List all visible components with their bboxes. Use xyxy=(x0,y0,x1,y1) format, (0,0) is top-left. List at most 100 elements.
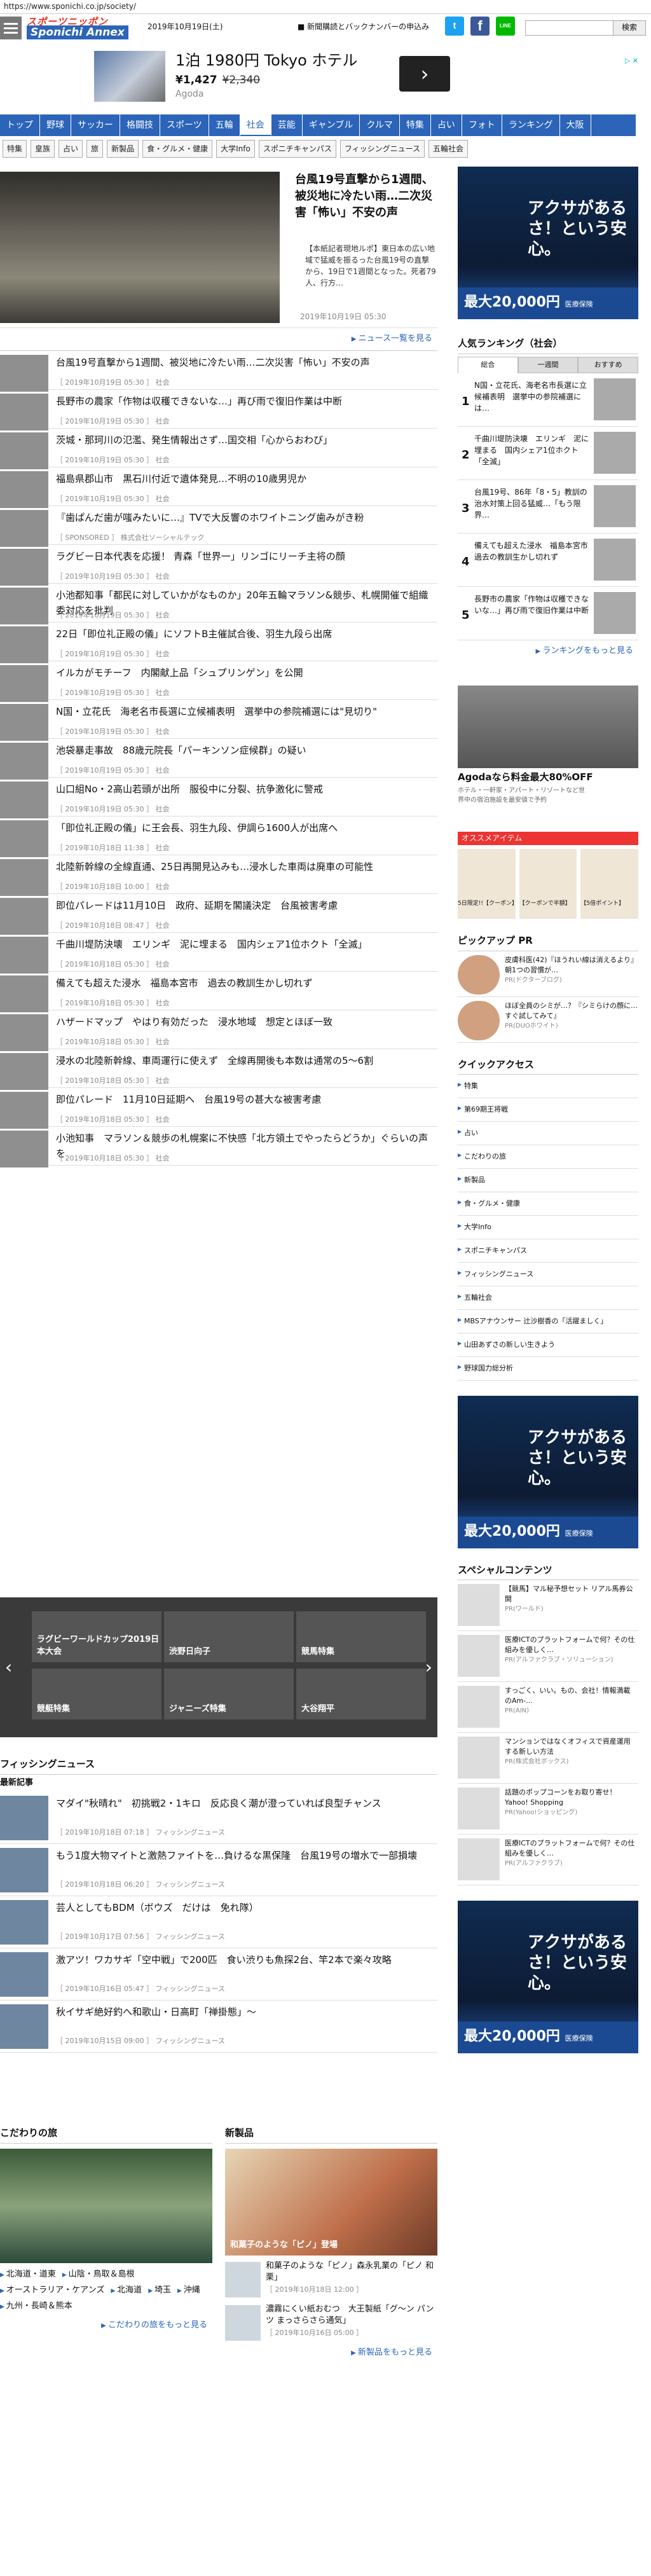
slider-card[interactable]: 競馬特集 xyxy=(296,1611,426,1662)
chevron-right-icon[interactable]: › xyxy=(399,56,450,92)
ranking-tab[interactable]: 一週間 xyxy=(517,356,579,373)
news-thumbnail[interactable] xyxy=(0,393,48,430)
quick-access-item[interactable]: 新製品 xyxy=(458,1169,638,1193)
quick-access-item[interactable]: 第69期王将戦 xyxy=(458,1098,638,1122)
top-ad[interactable]: 1泊 1980円 Tokyo ホテル ¥1,427 ¥2,340 Agoda › … xyxy=(0,47,651,117)
travel-link[interactable]: 埼玉 xyxy=(148,2283,171,2299)
lead-title[interactable]: 台風19号直撃から1週間、被災地に冷たい雨…二次災害「怖い」不安の声 xyxy=(295,172,435,221)
subnav-item[interactable]: 大学Info xyxy=(216,140,255,158)
nav-item[interactable]: 五輪 xyxy=(209,114,240,136)
nav-item[interactable]: 特集 xyxy=(400,114,431,136)
menu-icon[interactable] xyxy=(0,17,22,39)
fishing-title[interactable]: マダイ"秋晴れ" 初挑戦2・1キロ 反応良く潮が澄っていれば良型チャンス xyxy=(56,1796,435,1811)
quick-access-item[interactable]: 野球国力総分析 xyxy=(458,1357,638,1381)
nav-item[interactable]: サッカー xyxy=(71,114,120,136)
special-title[interactable]: 【競馬】マル秘予想セット リアル馬券公開 PR(ワールド) xyxy=(505,1584,637,1615)
news-item[interactable]: 長野市の農家「作物は収穫できないな…」再び雨で復旧作業は中断 ［ 2019年10月… xyxy=(0,390,437,430)
agoda-ad[interactable]: Agodaなら料金最大80%OFF ホテル・一軒家・アパート・リゾートなど世界中… xyxy=(458,685,638,819)
ranking-item[interactable]: 4 備えても超えた浸水 福島本宮市 過去の教訓生かし切れず xyxy=(458,534,638,587)
news-item[interactable]: 小池都知事「都民に対していかがなものか」20年五輪マラソン&競歩、札幌開催で組織… xyxy=(0,584,437,624)
news-title[interactable]: 即位パレード 11月10日延期へ 台風19号の甚大な被害考慮 xyxy=(56,1092,435,1107)
travel-link[interactable]: 九州・長崎＆熊本 xyxy=(0,2299,72,2315)
news-thumbnail[interactable] xyxy=(0,936,48,974)
slider-card[interactable]: ジャニーズ特集 xyxy=(164,1669,294,1719)
chevron-right-icon[interactable]: › xyxy=(425,1655,432,1681)
ad-choices-icon[interactable]: ▷ ✕ xyxy=(625,56,638,66)
travel-image[interactable] xyxy=(0,2148,212,2263)
travel-link[interactable]: 北海道・道東 xyxy=(0,2267,56,2283)
nav-item[interactable]: スポーツ xyxy=(160,114,209,136)
ranking-title[interactable]: 長野市の農家「作物は収穫できないな…」再び雨で復旧作業は中断 xyxy=(474,593,590,616)
news-title[interactable]: 福島県郡山市 黒石川付近で遺体発見…不明の10歳男児か xyxy=(56,471,435,486)
travel-link[interactable]: オーストラリア・ケアンズ xyxy=(0,2283,105,2299)
quick-access-item[interactable]: こだわりの旅 xyxy=(458,1145,638,1169)
news-title[interactable]: 即位パレードは11月10日 政府、延期を閣議決定 台風被害考慮 xyxy=(56,898,435,913)
news-item[interactable]: 北陸新幹線の全線直通、25日再開見込みも…浸水した車両は廃車の可能性 ［ 2019… xyxy=(0,855,437,896)
fishing-title[interactable]: 芸人としてもBDM（ボウズ だけは 免れ隊） xyxy=(56,1900,435,1915)
fishing-thumbnail[interactable] xyxy=(0,1795,48,1840)
search-button[interactable]: 検索 xyxy=(613,20,646,36)
slider-card[interactable]: 大谷翔平 xyxy=(296,1669,426,1719)
ranking-thumbnail[interactable] xyxy=(594,591,636,634)
news-thumbnail[interactable] xyxy=(0,665,48,702)
news-item[interactable]: ハザードマップ やはり有効だった 浸水地域 想定とほぼ一致 ［ 2019年10月1… xyxy=(0,1010,437,1051)
fishing-thumbnail[interactable] xyxy=(0,2004,48,2049)
new-product-title[interactable]: 和菓子のような「ピノ」森永乳業の「ピノ 和栗」 xyxy=(266,2261,437,2283)
news-thumbnail[interactable] xyxy=(0,548,48,586)
subnav-item[interactable]: 五輪社会 xyxy=(428,140,469,158)
more-news-link[interactable]: ニュース一覧を見る xyxy=(0,328,437,350)
subnav-item[interactable]: 旅 xyxy=(86,140,104,158)
travel-link[interactable]: 北海道 xyxy=(111,2283,142,2299)
news-thumbnail[interactable] xyxy=(0,471,48,508)
news-item[interactable]: 小池知事 マラソン＆競歩の札幌案に不快感「北方領土でやったらどうか」ぐらいの声を… xyxy=(0,1127,437,1167)
news-item[interactable]: 茨城・那珂川の氾濫、発生情報出さず…国交相「心からおわび」 ［ 2019年10月1… xyxy=(0,429,437,469)
news-item[interactable]: 池袋暴走事故 88歳元院長「パーキンソン症候群」の疑い ［ 2019年10月19日… xyxy=(0,739,437,780)
ranking-title[interactable]: 台風19号、86年「8・5」教訓の治水対策上回る猛威…「もう限界… xyxy=(474,486,590,521)
subnav-item[interactable]: 皇族 xyxy=(31,140,55,158)
nav-item[interactable]: フォト xyxy=(462,114,502,136)
news-thumbnail[interactable] xyxy=(0,354,48,392)
news-title[interactable]: 『歯ぱんだ歯が嗤みたいに…』TVで大反響のホワイトニング歯みがき粉 xyxy=(56,510,435,525)
quick-access-item[interactable]: 食・グルメ・健康 xyxy=(458,1192,638,1216)
ranking-item[interactable]: 3 台風19号、86年「8・5」教訓の治水対策上回る猛威…「もう限界… xyxy=(458,480,638,534)
news-title[interactable]: 備えても超えた浸水 福島本宮市 過去の教訓生かし切れず xyxy=(56,975,435,991)
twitter-icon[interactable]: t xyxy=(445,17,464,36)
ranking-item[interactable]: 5 長野市の農家「作物は収穫できないな…」再び雨で復旧作業は中断 xyxy=(458,587,638,640)
recommended-item[interactable]: 5日限定!!【クーポン】 xyxy=(458,848,517,919)
special-item[interactable]: マンションではなくオフィスで資産運用する新しい方法 PR(株式会社ボックス) xyxy=(458,1733,638,1784)
news-title[interactable]: イルカがモチーフ 内閣献上品「シュプリンゲン」を公開 xyxy=(56,665,435,680)
ranking-thumbnail[interactable] xyxy=(594,538,636,581)
nav-item[interactable]: 格闘技 xyxy=(120,114,160,136)
subscription-link[interactable]: ■ 新聞購読とバックナンバーの申込み xyxy=(298,22,429,32)
subnav-item[interactable]: 食・グルメ・健康 xyxy=(142,140,213,158)
news-title[interactable]: 浸水の北陸新幹線、車両運行に使えず 全線再開後も本数は通常の5～6割 xyxy=(56,1053,435,1068)
news-thumbnail[interactable] xyxy=(0,1014,48,1051)
slider-card[interactable]: 競艇特集 xyxy=(32,1669,161,1719)
new-products-image[interactable]: 和菓子のような「ピノ」登場 xyxy=(225,2148,437,2256)
news-item[interactable]: 台風19号直撃から1週間、被災地に冷たい雨…二次災害「怖い」不安の声 ［ 2019… xyxy=(0,351,437,392)
special-item[interactable]: すっごく、いい。もの、会社！情報満載のAm-... PR(AIN) xyxy=(458,1682,638,1733)
quick-access-item[interactable]: 大学Info xyxy=(458,1216,638,1239)
pickup-item[interactable]: ほぼ全員のシミが…？『シミらけの顔に…すぐ試してみて』 PR(DUOホワイト) xyxy=(458,997,638,1043)
news-thumbnail[interactable] xyxy=(0,781,48,818)
news-item[interactable]: 『歯ぱんだ歯が嗤みたいに…』TVで大反響のホワイトニング歯みがき粉 ［ SPONS… xyxy=(0,506,437,547)
pickup-item[interactable]: 皮膚科医(42)『ほうれい線は消えるより』朝1つの習慣が… PR(ドクターブログ) xyxy=(458,951,638,997)
quick-access-item[interactable]: スポニチキャンパス xyxy=(458,1239,638,1263)
chevron-left-icon[interactable]: ‹ xyxy=(5,1655,12,1681)
nav-item[interactable]: 芸能 xyxy=(271,114,303,136)
news-thumbnail[interactable] xyxy=(0,626,48,663)
news-title[interactable]: 長野市の農家「作物は収穫できないな…」再び雨で復旧作業は中断 xyxy=(56,394,435,409)
facebook-icon[interactable]: f xyxy=(470,17,490,36)
ranking-thumbnail[interactable] xyxy=(594,431,636,474)
nav-item[interactable]: 占い xyxy=(431,114,462,136)
ranking-more-link[interactable]: ランキングをもっと見る xyxy=(458,640,638,663)
news-item[interactable]: 即位パレード 11月10日延期へ 台風19号の甚大な被害考慮 ［ 2019年10月… xyxy=(0,1088,437,1129)
news-item[interactable]: 福島県郡山市 黒石川付近で遺体発見…不明の10歳男児か ［ 2019年10月19日… xyxy=(0,467,437,508)
subnav-item[interactable]: 特集 xyxy=(3,140,27,158)
quick-access-item[interactable]: 五輪社会 xyxy=(458,1286,638,1310)
subnav-item[interactable]: スポニチキャンパス xyxy=(258,140,336,158)
axa-ad-3[interactable]: アクサがあるさ！という安心。 最大20,000円 医療保険 xyxy=(458,1901,638,2054)
fishing-thumbnail[interactable] xyxy=(0,1899,48,1945)
quick-access-item[interactable]: 占い xyxy=(458,1122,638,1146)
recommended-item[interactable]: 【5倍ポイント】 xyxy=(580,848,639,919)
